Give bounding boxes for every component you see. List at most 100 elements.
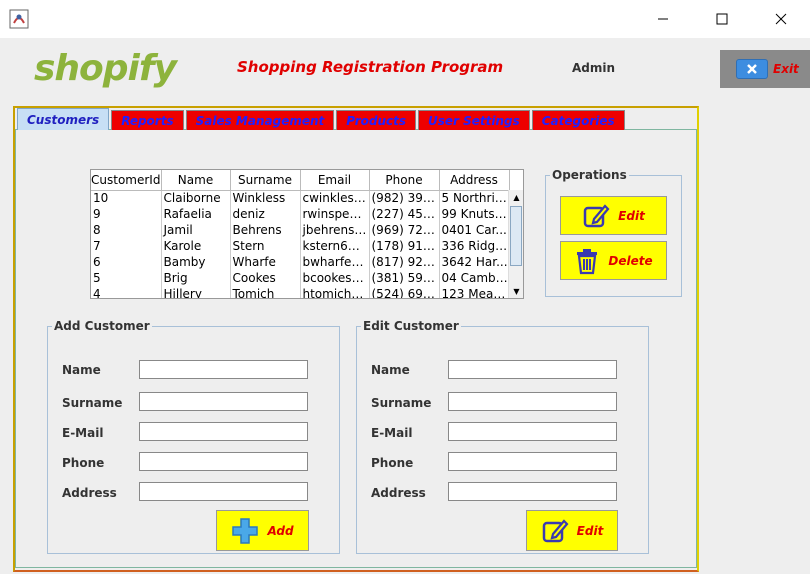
table-scrollbar[interactable]: ▲ ▼: [508, 190, 523, 298]
scroll-thumb[interactable]: [510, 206, 522, 266]
add-name-label: Name: [62, 363, 101, 377]
table-cell: bcookes4...: [300, 270, 370, 286]
table-row[interactable]: 4 Hillery Tomich htomich3... (524) 695..…: [91, 286, 510, 298]
table-cell: htomich3...: [300, 286, 370, 298]
table-cell: 336 Ridge...: [439, 238, 510, 254]
table-row[interactable]: 7 Karole Stern kstern6@... (178) 914... …: [91, 238, 510, 254]
edit-address-field[interactable]: [448, 482, 617, 501]
table-cell: Wharfe: [230, 254, 301, 270]
table-header-row: CustomerId Name Surname Email Phone Addr…: [91, 170, 510, 191]
table-cell: rwinspear...: [300, 206, 370, 222]
table-cell: 0401 Car...: [439, 222, 510, 238]
table-cell: Bamby: [161, 254, 231, 270]
table-cell: cwinkless...: [300, 190, 370, 206]
maximize-button[interactable]: [699, 0, 745, 38]
edit-email-field[interactable]: [448, 422, 617, 441]
edit-email-label: E-Mail: [371, 426, 413, 440]
table-row[interactable]: 6 Bamby Wharfe bwharfe5... (817) 920... …: [91, 254, 510, 270]
add-label: Add: [267, 523, 294, 538]
edit-customer-button[interactable]: Edit: [526, 510, 618, 551]
tab-customers[interactable]: Customers: [17, 108, 110, 130]
edit-name-label: Name: [371, 363, 410, 377]
table-cell: (817) 920...: [369, 254, 440, 270]
close-icon: [736, 59, 768, 79]
close-window-button[interactable]: [758, 0, 804, 38]
table-cell: kstern6@...: [300, 238, 370, 254]
table-cell: 6: [91, 254, 162, 270]
column-header[interactable]: Phone: [369, 170, 440, 191]
add-customer-button[interactable]: Add: [216, 510, 309, 551]
tab-bar: Customers Reports Sales Management Produ…: [17, 108, 627, 130]
table-cell: 9: [91, 206, 162, 222]
table-cell: 3642 Har...: [439, 254, 510, 270]
tab-user-settings[interactable]: User Settings: [417, 110, 530, 130]
table-cell: 4: [91, 286, 162, 298]
table-cell: Karole: [161, 238, 231, 254]
column-header[interactable]: Address: [439, 170, 510, 191]
table-cell: Behrens: [230, 222, 301, 238]
column-header[interactable]: CustomerId: [91, 170, 162, 191]
delete-label: Delete: [608, 253, 653, 268]
table-cell: Jamil: [161, 222, 231, 238]
plus-icon: [232, 517, 259, 544]
add-phone-field[interactable]: [139, 452, 308, 471]
edit-name-field[interactable]: [448, 360, 617, 379]
edit-customer-title: Edit Customer: [361, 319, 461, 333]
operations-edit-button[interactable]: Edit: [560, 196, 667, 235]
table-cell: (227) 458...: [369, 206, 440, 222]
table-cell: Tomich: [230, 286, 301, 298]
table-cell: (982) 399...: [369, 190, 440, 206]
tab-reports[interactable]: Reports: [111, 110, 184, 130]
table-cell: (178) 914...: [369, 238, 440, 254]
add-address-label: Address: [62, 486, 117, 500]
table-cell: 5 Northrid...: [439, 190, 510, 206]
column-header[interactable]: Email: [300, 170, 370, 191]
add-phone-label: Phone: [62, 456, 105, 470]
column-header[interactable]: Name: [161, 170, 231, 191]
exit-label: Exit: [773, 62, 799, 76]
table-cell: Rafaelia: [161, 206, 231, 222]
tab-categories[interactable]: Categories: [531, 110, 625, 130]
tab-products[interactable]: Products: [336, 110, 416, 130]
table-cell: 10: [91, 190, 162, 206]
table-row[interactable]: 8 Jamil Behrens jbehrens7... (969) 725..…: [91, 222, 510, 238]
table-cell: Winkless: [230, 190, 301, 206]
table-cell: jbehrens7...: [300, 222, 370, 238]
table-row[interactable]: 9 Rafaelia deniz rwinspear... (227) 458.…: [91, 206, 510, 222]
scroll-up-arrow-icon[interactable]: ▲: [509, 190, 523, 204]
table-cell: Hillery: [161, 286, 231, 298]
add-surname-label: Surname: [62, 396, 123, 410]
table-cell: (524) 695...: [369, 286, 440, 298]
table-cell: Brig: [161, 270, 231, 286]
table-cell: (969) 725...: [369, 222, 440, 238]
edit-address-label: Address: [371, 486, 426, 500]
add-surname-field[interactable]: [139, 392, 308, 411]
add-address-field[interactable]: [139, 482, 308, 501]
table-cell: Cookes: [230, 270, 301, 286]
exit-button[interactable]: Exit: [720, 50, 810, 88]
table-cell: Claiborne: [161, 190, 231, 206]
edit-icon: [583, 203, 610, 227]
edit-label: Edit: [618, 208, 645, 223]
scroll-down-arrow-icon[interactable]: ▼: [509, 284, 523, 298]
edit-surname-field[interactable]: [448, 392, 617, 411]
minimize-button[interactable]: [640, 0, 686, 38]
table-row[interactable]: 5 Brig Cookes bcookes4... (381) 595... 0…: [91, 270, 510, 286]
table-cell: 5: [91, 270, 162, 286]
edit-customer-label: Edit: [576, 523, 604, 538]
edit-surname-label: Surname: [371, 396, 432, 410]
shopify-logo: shopify: [34, 48, 177, 89]
table-cell: 99 Knutso...: [439, 206, 510, 222]
column-header[interactable]: Surname: [230, 170, 301, 191]
table-cell: bwharfe5...: [300, 254, 370, 270]
add-name-field[interactable]: [139, 360, 308, 379]
tab-sales-management[interactable]: Sales Management: [185, 110, 335, 130]
edit-phone-label: Phone: [371, 456, 414, 470]
table-row[interactable]: 10 Claiborne Winkless cwinkless... (982)…: [91, 190, 510, 206]
customer-table[interactable]: CustomerId Name Surname Email Phone Addr…: [90, 169, 524, 299]
add-email-field[interactable]: [139, 422, 308, 441]
window-titlebar: [0, 0, 810, 38]
edit-icon: [542, 518, 569, 542]
operations-delete-button[interactable]: Delete: [560, 241, 667, 280]
edit-phone-field[interactable]: [448, 452, 617, 471]
